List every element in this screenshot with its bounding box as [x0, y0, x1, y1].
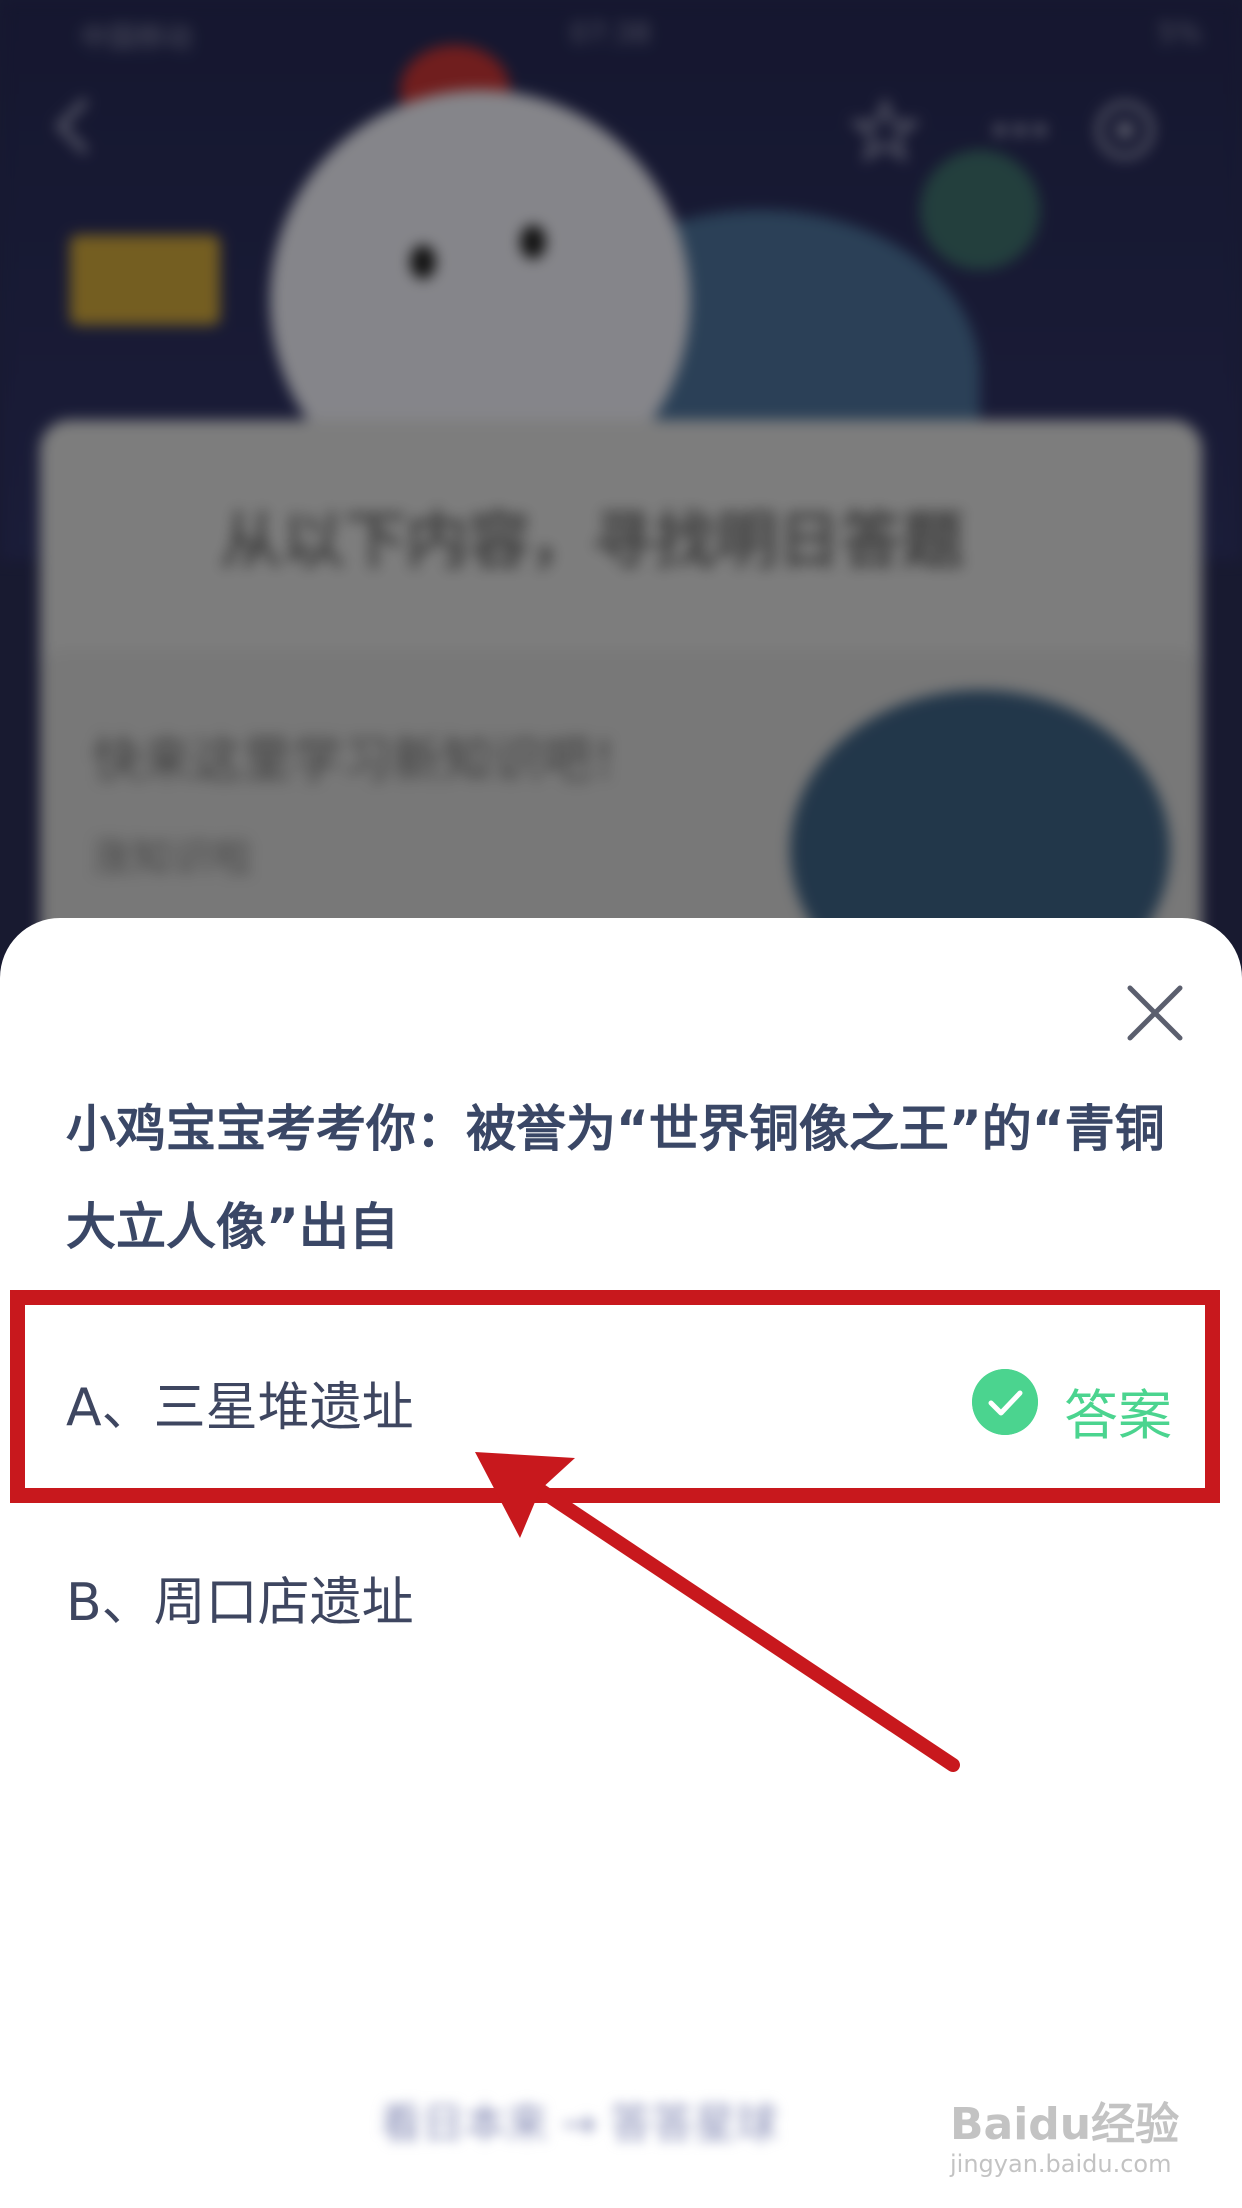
watermark-logo: Baidu经验 jingyan.baidu.com: [950, 2088, 1190, 2188]
option-b[interactable]: B、周口店遗址: [0, 1520, 1242, 1670]
watermark-main: Baidu经验: [950, 2099, 1180, 2150]
quiz-question: 小鸡宝宝考考你：被誉为“世界铜像之王”的“青铜大立人像”出自: [66, 1100, 1165, 1256]
watermark-sub: jingyan.baidu.com: [950, 2150, 1172, 2178]
highlight-box: [10, 1290, 1220, 1503]
option-b-label: B、周口店遗址: [66, 1573, 414, 1633]
bottom-button[interactable]: 看日本来 → 答答星球: [380, 2090, 860, 2150]
bottom-button-label: 看日本来 → 答答星球: [380, 2099, 778, 2148]
close-icon[interactable]: [1120, 978, 1190, 1048]
